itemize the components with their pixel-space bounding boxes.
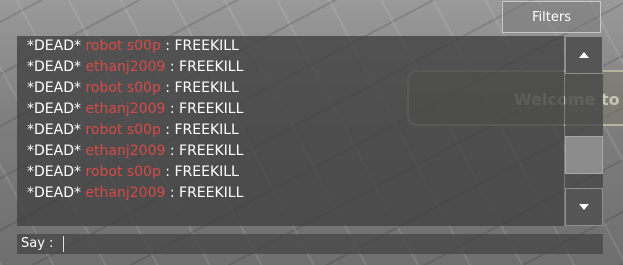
chevron-down-icon: [579, 204, 589, 210]
say-label: Say :: [21, 236, 54, 251]
player-name[interactable]: robot s00p: [85, 122, 160, 138]
separator: :: [165, 185, 180, 201]
chat-line: *DEAD* robot s00p : FREEKILL: [27, 120, 239, 141]
separator: :: [160, 80, 175, 96]
dead-tag: *DEAD*: [27, 122, 81, 138]
chat-message: FREEKILL: [179, 59, 244, 75]
say-bar: Say :: [17, 234, 603, 254]
chat-line: *DEAD* ethanj2009 : FREEKILL: [27, 99, 243, 120]
chat-line: *DEAD* ethanj2009 : FREEKILL: [27, 57, 243, 78]
dead-tag: *DEAD*: [27, 38, 81, 54]
chat-message: FREEKILL: [179, 143, 244, 159]
player-name[interactable]: robot s00p: [85, 80, 160, 96]
player-name[interactable]: robot s00p: [85, 38, 160, 54]
chat-line: *DEAD* ethanj2009 : FREEKILL: [27, 141, 243, 162]
filters-label: Filters: [532, 9, 571, 25]
chat-message: FREEKILL: [174, 164, 239, 180]
dead-tag: *DEAD*: [27, 80, 81, 96]
scrollbar-thumb[interactable]: [565, 136, 603, 174]
separator: :: [160, 122, 175, 138]
dead-tag: *DEAD*: [27, 143, 81, 159]
chat-message: FREEKILL: [179, 101, 244, 117]
separator: :: [165, 101, 180, 117]
chat-line: *DEAD* robot s00p : FREEKILL: [27, 78, 239, 99]
chat-message: FREEKILL: [174, 80, 239, 96]
player-name[interactable]: ethanj2009: [85, 101, 165, 117]
chat-line: *DEAD* ethanj2009 : FREEKILL: [27, 183, 243, 204]
scroll-up-button[interactable]: [565, 36, 603, 74]
dead-tag: *DEAD*: [27, 185, 81, 201]
say-input[interactable]: [63, 236, 599, 252]
separator: :: [160, 38, 175, 54]
player-name[interactable]: ethanj2009: [85, 143, 165, 159]
chat-message: FREEKILL: [174, 38, 239, 54]
chat-line: *DEAD* robot s00p : FREEKILL: [27, 162, 239, 183]
filters-button[interactable]: Filters: [502, 1, 601, 33]
scroll-down-button[interactable]: [565, 188, 603, 226]
chat-line: *DEAD* robot s00p : FREEKILL: [27, 36, 239, 57]
separator: :: [165, 143, 180, 159]
player-name[interactable]: ethanj2009: [85, 185, 165, 201]
player-name[interactable]: ethanj2009: [85, 59, 165, 75]
chat-message: FREEKILL: [174, 122, 239, 138]
separator: :: [165, 59, 180, 75]
chat-log: *DEAD* robot s00p : FREEKILL *DEAD* etha…: [17, 36, 564, 226]
dead-tag: *DEAD*: [27, 59, 81, 75]
chevron-up-icon: [579, 52, 589, 58]
separator: :: [160, 164, 175, 180]
dead-tag: *DEAD*: [27, 164, 81, 180]
player-name[interactable]: robot s00p: [85, 164, 160, 180]
chat-message: FREEKILL: [179, 185, 244, 201]
dead-tag: *DEAD*: [27, 101, 81, 117]
